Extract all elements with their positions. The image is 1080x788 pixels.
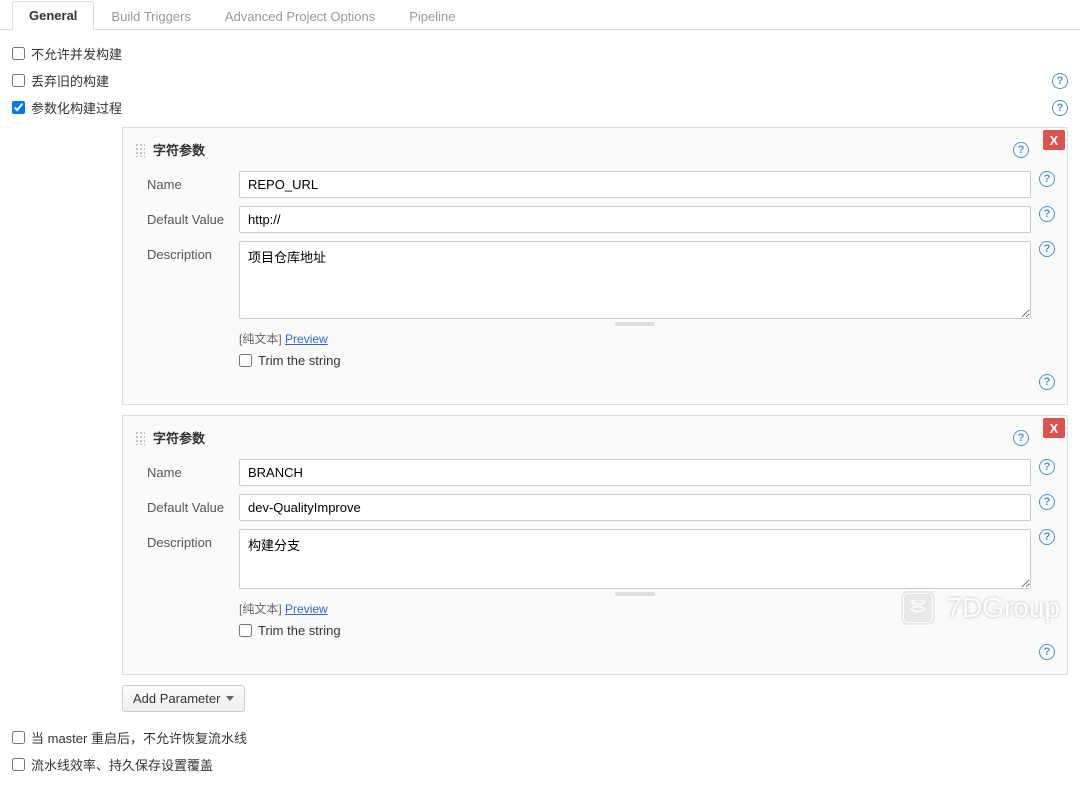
label-pipeline-eff: 流水线效率、持久保存设置覆盖	[31, 755, 213, 774]
watermark: 7DGroup	[900, 590, 1060, 626]
input-name[interactable]	[239, 459, 1031, 486]
remove-param-button[interactable]: X	[1043, 130, 1065, 150]
add-parameter-button[interactable]: Add Parameter	[122, 685, 245, 712]
help-icon[interactable]: ?	[1013, 142, 1029, 158]
tab-advanced-options[interactable]: Advanced Project Options	[208, 2, 392, 30]
checkbox-master-restart[interactable]	[12, 731, 25, 744]
tab-build-triggers[interactable]: Build Triggers	[94, 2, 207, 30]
label-trim: Trim the string	[258, 623, 341, 638]
help-icon[interactable]: ?	[1039, 171, 1055, 187]
checkbox-trim[interactable]	[239, 624, 252, 637]
help-icon[interactable]: ?	[1039, 529, 1055, 545]
label-no-concurrent: 不允许并发构建	[31, 44, 122, 63]
remove-param-button[interactable]: X	[1043, 418, 1065, 438]
help-icon[interactable]: ?	[1039, 494, 1055, 510]
plain-text-label: [纯文本]	[239, 602, 282, 616]
label-default-value: Default Value	[147, 206, 239, 227]
tab-bar: General Build Triggers Advanced Project …	[0, 0, 1080, 30]
checkbox-parameterized[interactable]	[12, 101, 25, 114]
tab-general[interactable]: General	[12, 1, 94, 30]
watermark-text: 7DGroup	[946, 592, 1060, 624]
textarea-description[interactable]	[239, 241, 1031, 319]
drag-handle-icon[interactable]	[135, 431, 145, 445]
help-icon[interactable]: ?	[1039, 459, 1055, 475]
label-description: Description	[147, 529, 239, 550]
label-default-value: Default Value	[147, 494, 239, 515]
help-icon[interactable]: ?	[1039, 241, 1055, 257]
label-discard-old: 丢弃旧的构建	[31, 71, 109, 90]
param-title: 字符参数	[153, 428, 205, 447]
label-master-restart: 当 master 重启后，不允许恢复流水线	[31, 728, 247, 747]
help-icon[interactable]: ?	[1039, 206, 1055, 222]
checkbox-no-concurrent[interactable]	[12, 47, 25, 60]
content-area: 不允许并发构建 丢弃旧的构建 ? 参数化构建过程 ? X 字符参数 ? Name…	[0, 30, 1080, 788]
resize-handle[interactable]	[615, 322, 655, 326]
label-name: Name	[147, 171, 239, 192]
input-default-value[interactable]	[239, 206, 1031, 233]
string-param-block: X 字符参数 ? Name ? Default Value ? Descript…	[122, 415, 1068, 675]
label-description: Description	[147, 241, 239, 262]
label-parameterized: 参数化构建过程	[31, 98, 122, 117]
string-param-block: X 字符参数 ? Name ? Default Value ? Descript…	[122, 127, 1068, 405]
preview-link[interactable]: Preview	[285, 602, 328, 616]
textarea-description[interactable]	[239, 529, 1031, 589]
param-title: 字符参数	[153, 140, 205, 159]
input-default-value[interactable]	[239, 494, 1031, 521]
watermark-icon	[900, 590, 936, 626]
input-name[interactable]	[239, 171, 1031, 198]
label-trim: Trim the string	[258, 353, 341, 368]
help-icon[interactable]: ?	[1052, 100, 1068, 116]
tab-pipeline[interactable]: Pipeline	[392, 2, 472, 30]
drag-handle-icon[interactable]	[135, 143, 145, 157]
add-parameter-label: Add Parameter	[133, 691, 220, 706]
help-icon[interactable]: ?	[1052, 73, 1068, 89]
help-icon[interactable]: ?	[1039, 374, 1055, 390]
help-icon[interactable]: ?	[1013, 430, 1029, 446]
plain-text-label: [纯文本]	[239, 332, 282, 346]
checkbox-pipeline-eff[interactable]	[12, 758, 25, 771]
checkbox-discard-old[interactable]	[12, 74, 25, 87]
label-name: Name	[147, 459, 239, 480]
resize-handle[interactable]	[615, 592, 655, 596]
help-icon[interactable]: ?	[1039, 644, 1055, 660]
preview-link[interactable]: Preview	[285, 332, 328, 346]
checkbox-trim[interactable]	[239, 354, 252, 367]
chevron-down-icon	[226, 696, 234, 701]
